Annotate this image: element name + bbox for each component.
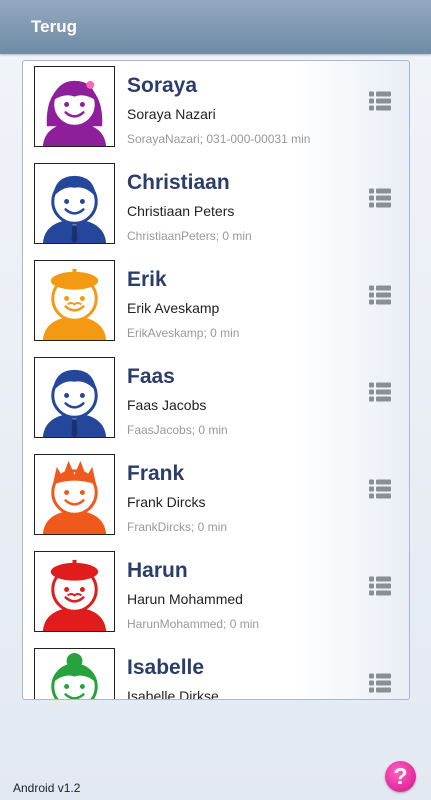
back-button[interactable]: Terug (31, 17, 77, 37)
contact-full-name: Isabelle Dirkse (127, 688, 219, 700)
contact-full-name: Christiaan Peters (127, 203, 235, 219)
contact-full-name: Harun Mohammed (127, 591, 243, 607)
list-menu-icon[interactable] (368, 672, 392, 696)
contact-avatar (34, 260, 115, 341)
boy-tie-icon (42, 175, 107, 243)
list-item[interactable]: Erik Erik Aveskamp ErikAveskamp; 0 min (23, 255, 409, 352)
contact-meta: SorayaNazari; 031-000-00031 min (127, 132, 311, 146)
contact-full-name: Soraya Nazari (127, 106, 216, 122)
list-item[interactable]: Christiaan Christiaan Peters ChristiaanP… (23, 158, 409, 255)
contact-avatar (34, 66, 115, 147)
contact-meta: FaasJacobs; 0 min (127, 423, 228, 437)
contact-full-name: Faas Jacobs (127, 397, 207, 413)
list-menu-icon[interactable] (368, 90, 392, 114)
boy-beret-icon (42, 559, 107, 631)
contact-meta: HarunMohammed; 0 min (127, 617, 260, 631)
top-bar: Terug (0, 0, 431, 54)
contact-first-name: Christiaan (127, 171, 230, 194)
boy-beret-icon (42, 268, 107, 340)
list-item[interactable]: Faas Faas Jacobs FaasJacobs; 0 min (23, 352, 409, 449)
contact-avatar (34, 357, 115, 438)
list-item[interactable]: Frank Frank Dircks FrankDircks; 0 min (23, 449, 409, 546)
contact-meta: ChristiaanPeters; 0 min (127, 229, 252, 243)
contact-first-name: Harun (127, 559, 188, 582)
list-item[interactable]: Soraya Soraya Nazari SorayaNazari; 031-0… (23, 61, 409, 158)
app-version: Android v1.2 (13, 781, 81, 795)
contact-full-name: Frank Dircks (127, 494, 206, 510)
list-menu-icon[interactable] (368, 478, 392, 502)
boy-spiky-icon (42, 460, 107, 534)
list-item[interactable]: Isabelle Isabelle Dirkse (23, 643, 409, 700)
contact-list[interactable]: Soraya Soraya Nazari SorayaNazari; 031-0… (22, 60, 410, 700)
help-button[interactable]: ? (385, 761, 416, 792)
list-menu-icon[interactable] (368, 575, 392, 599)
girl-bun-icon (51, 652, 98, 699)
contact-meta: ErikAveskamp; 0 min (127, 326, 240, 340)
contact-first-name: Soraya (127, 74, 198, 97)
contact-avatar (34, 551, 115, 632)
list-menu-icon[interactable] (368, 381, 392, 405)
girl-icon (42, 80, 107, 146)
contact-full-name: Erik Aveskamp (127, 300, 220, 316)
list-item[interactable]: Harun Harun Mohammed HarunMohammed; 0 mi… (23, 546, 409, 643)
contact-avatar (34, 163, 115, 244)
boy-tie-icon (42, 369, 107, 437)
contact-first-name: Faas (127, 365, 175, 388)
contact-meta: FrankDircks; 0 min (127, 520, 228, 534)
list-menu-icon[interactable] (368, 284, 392, 308)
list-menu-icon[interactable] (368, 187, 392, 211)
contact-first-name: Erik (127, 268, 167, 291)
contact-first-name: Frank (127, 462, 185, 485)
contact-first-name: Isabelle (127, 656, 205, 679)
contact-avatar (34, 454, 115, 535)
contact-avatar (34, 648, 115, 699)
